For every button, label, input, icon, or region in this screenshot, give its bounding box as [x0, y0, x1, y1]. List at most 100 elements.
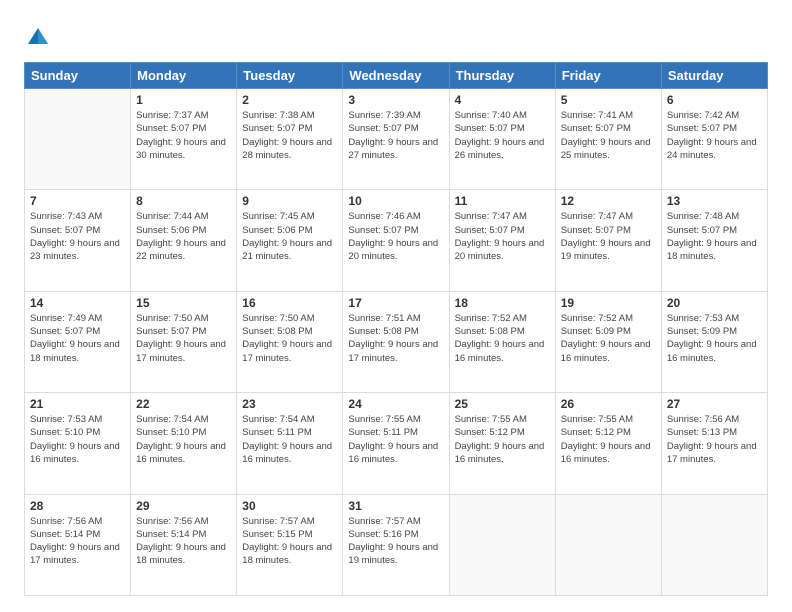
day-number: 1: [136, 93, 231, 107]
calendar-cell: 5 Sunrise: 7:41 AM Sunset: 5:07 PM Daylig…: [555, 89, 661, 190]
day-info: Sunrise: 7:38 AM Sunset: 5:07 PM Dayligh…: [242, 109, 337, 162]
calendar-cell: [25, 89, 131, 190]
day-info: Sunrise: 7:56 AM Sunset: 5:14 PM Dayligh…: [30, 515, 125, 568]
calendar-cell: 29 Sunrise: 7:56 AM Sunset: 5:14 PM Dayli…: [131, 494, 237, 595]
calendar-week-row: 1 Sunrise: 7:37 AM Sunset: 5:07 PM Daylig…: [25, 89, 768, 190]
day-info: Sunrise: 7:52 AM Sunset: 5:08 PM Dayligh…: [455, 312, 550, 365]
calendar-cell: 1 Sunrise: 7:37 AM Sunset: 5:07 PM Daylig…: [131, 89, 237, 190]
logo: [24, 24, 56, 52]
calendar-cell: 4 Sunrise: 7:40 AM Sunset: 5:07 PM Daylig…: [449, 89, 555, 190]
day-info: Sunrise: 7:53 AM Sunset: 5:10 PM Dayligh…: [30, 413, 125, 466]
day-number: 20: [667, 296, 762, 310]
calendar-cell: 2 Sunrise: 7:38 AM Sunset: 5:07 PM Daylig…: [237, 89, 343, 190]
calendar-cell: 25 Sunrise: 7:55 AM Sunset: 5:12 PM Dayli…: [449, 393, 555, 494]
weekday-header-wednesday: Wednesday: [343, 63, 449, 89]
calendar-week-row: 28 Sunrise: 7:56 AM Sunset: 5:14 PM Dayli…: [25, 494, 768, 595]
day-number: 21: [30, 397, 125, 411]
day-info: Sunrise: 7:45 AM Sunset: 5:06 PM Dayligh…: [242, 210, 337, 263]
day-number: 27: [667, 397, 762, 411]
day-number: 2: [242, 93, 337, 107]
day-info: Sunrise: 7:49 AM Sunset: 5:07 PM Dayligh…: [30, 312, 125, 365]
calendar-cell: 19Sunrise: 7:52 AM Sunset: 5:09 PM Dayli…: [555, 291, 661, 392]
day-number: 17: [348, 296, 443, 310]
calendar-page: SundayMondayTuesdayWednesdayThursdayFrid…: [0, 0, 792, 612]
weekday-header-thursday: Thursday: [449, 63, 555, 89]
calendar-cell: 6 Sunrise: 7:42 AM Sunset: 5:07 PM Daylig…: [661, 89, 767, 190]
day-info: Sunrise: 7:47 AM Sunset: 5:07 PM Dayligh…: [561, 210, 656, 263]
weekday-header-saturday: Saturday: [661, 63, 767, 89]
day-number: 4: [455, 93, 550, 107]
day-number: 10: [348, 194, 443, 208]
day-info: Sunrise: 7:56 AM Sunset: 5:14 PM Dayligh…: [136, 515, 231, 568]
day-info: Sunrise: 7:41 AM Sunset: 5:07 PM Dayligh…: [561, 109, 656, 162]
day-info: Sunrise: 7:37 AM Sunset: 5:07 PM Dayligh…: [136, 109, 231, 162]
day-info: Sunrise: 7:55 AM Sunset: 5:12 PM Dayligh…: [561, 413, 656, 466]
day-number: 11: [455, 194, 550, 208]
calendar-cell: 28 Sunrise: 7:56 AM Sunset: 5:14 PM Dayli…: [25, 494, 131, 595]
header: [24, 20, 768, 52]
calendar-cell: [555, 494, 661, 595]
day-number: 31: [348, 499, 443, 513]
calendar-cell: 16 Sunrise: 7:50 AM Sunset: 5:08 PM Dayli…: [237, 291, 343, 392]
day-number: 26: [561, 397, 656, 411]
day-info: Sunrise: 7:55 AM Sunset: 5:12 PM Dayligh…: [455, 413, 550, 466]
day-info: Sunrise: 7:48 AM Sunset: 5:07 PM Dayligh…: [667, 210, 762, 263]
day-number: 16: [242, 296, 337, 310]
day-info: Sunrise: 7:39 AM Sunset: 5:07 PM Dayligh…: [348, 109, 443, 162]
calendar-cell: 18 Sunrise: 7:52 AM Sunset: 5:08 PM Dayli…: [449, 291, 555, 392]
day-number: 6: [667, 93, 762, 107]
day-number: 29: [136, 499, 231, 513]
day-number: 14: [30, 296, 125, 310]
weekday-header-row: SundayMondayTuesdayWednesdayThursdayFrid…: [25, 63, 768, 89]
calendar-cell: 31 Sunrise: 7:57 AM Sunset: 5:16 PM Dayli…: [343, 494, 449, 595]
day-info: Sunrise: 7:40 AM Sunset: 5:07 PM Dayligh…: [455, 109, 550, 162]
day-info: Sunrise: 7:54 AM Sunset: 5:11 PM Dayligh…: [242, 413, 337, 466]
calendar-cell: 14 Sunrise: 7:49 AM Sunset: 5:07 PM Dayli…: [25, 291, 131, 392]
calendar-cell: 9Sunrise: 7:45 AM Sunset: 5:06 PM Daylig…: [237, 190, 343, 291]
calendar-cell: [449, 494, 555, 595]
calendar-cell: 17 Sunrise: 7:51 AM Sunset: 5:08 PM Dayli…: [343, 291, 449, 392]
calendar-cell: 13 Sunrise: 7:48 AM Sunset: 5:07 PM Dayli…: [661, 190, 767, 291]
calendar-cell: 22 Sunrise: 7:54 AM Sunset: 5:10 PM Dayli…: [131, 393, 237, 494]
calendar-cell: [661, 494, 767, 595]
calendar-cell: 12 Sunrise: 7:47 AM Sunset: 5:07 PM Dayli…: [555, 190, 661, 291]
calendar-table: SundayMondayTuesdayWednesdayThursdayFrid…: [24, 62, 768, 596]
day-info: Sunrise: 7:54 AM Sunset: 5:10 PM Dayligh…: [136, 413, 231, 466]
day-number: 3: [348, 93, 443, 107]
day-number: 5: [561, 93, 656, 107]
calendar-cell: 15Sunrise: 7:50 AM Sunset: 5:07 PM Dayli…: [131, 291, 237, 392]
weekday-header-sunday: Sunday: [25, 63, 131, 89]
weekday-header-friday: Friday: [555, 63, 661, 89]
calendar-cell: 27 Sunrise: 7:56 AM Sunset: 5:13 PM Dayli…: [661, 393, 767, 494]
calendar-cell: 8 Sunrise: 7:44 AM Sunset: 5:06 PM Daylig…: [131, 190, 237, 291]
day-info: Sunrise: 7:44 AM Sunset: 5:06 PM Dayligh…: [136, 210, 231, 263]
day-number: 18: [455, 296, 550, 310]
calendar-cell: 26 Sunrise: 7:55 AM Sunset: 5:12 PM Dayli…: [555, 393, 661, 494]
day-number: 12: [561, 194, 656, 208]
day-info: Sunrise: 7:57 AM Sunset: 5:15 PM Dayligh…: [242, 515, 337, 568]
day-info: Sunrise: 7:56 AM Sunset: 5:13 PM Dayligh…: [667, 413, 762, 466]
day-info: Sunrise: 7:57 AM Sunset: 5:16 PM Dayligh…: [348, 515, 443, 568]
calendar-cell: 20Sunrise: 7:53 AM Sunset: 5:09 PM Dayli…: [661, 291, 767, 392]
day-info: Sunrise: 7:50 AM Sunset: 5:08 PM Dayligh…: [242, 312, 337, 365]
day-info: Sunrise: 7:42 AM Sunset: 5:07 PM Dayligh…: [667, 109, 762, 162]
calendar-cell: 30Sunrise: 7:57 AM Sunset: 5:15 PM Dayli…: [237, 494, 343, 595]
calendar-cell: 3 Sunrise: 7:39 AM Sunset: 5:07 PM Daylig…: [343, 89, 449, 190]
day-number: 28: [30, 499, 125, 513]
day-number: 23: [242, 397, 337, 411]
day-number: 22: [136, 397, 231, 411]
calendar-week-row: 14 Sunrise: 7:49 AM Sunset: 5:07 PM Dayli…: [25, 291, 768, 392]
calendar-week-row: 21 Sunrise: 7:53 AM Sunset: 5:10 PM Dayli…: [25, 393, 768, 494]
day-info: Sunrise: 7:52 AM Sunset: 5:09 PM Dayligh…: [561, 312, 656, 365]
day-number: 13: [667, 194, 762, 208]
day-number: 8: [136, 194, 231, 208]
day-info: Sunrise: 7:47 AM Sunset: 5:07 PM Dayligh…: [455, 210, 550, 263]
calendar-cell: 24Sunrise: 7:55 AM Sunset: 5:11 PM Dayli…: [343, 393, 449, 494]
day-number: 15: [136, 296, 231, 310]
calendar-cell: 7Sunrise: 7:43 AM Sunset: 5:07 PM Daylig…: [25, 190, 131, 291]
weekday-header-monday: Monday: [131, 63, 237, 89]
day-info: Sunrise: 7:55 AM Sunset: 5:11 PM Dayligh…: [348, 413, 443, 466]
calendar-week-row: 7Sunrise: 7:43 AM Sunset: 5:07 PM Daylig…: [25, 190, 768, 291]
day-number: 25: [455, 397, 550, 411]
day-info: Sunrise: 7:51 AM Sunset: 5:08 PM Dayligh…: [348, 312, 443, 365]
